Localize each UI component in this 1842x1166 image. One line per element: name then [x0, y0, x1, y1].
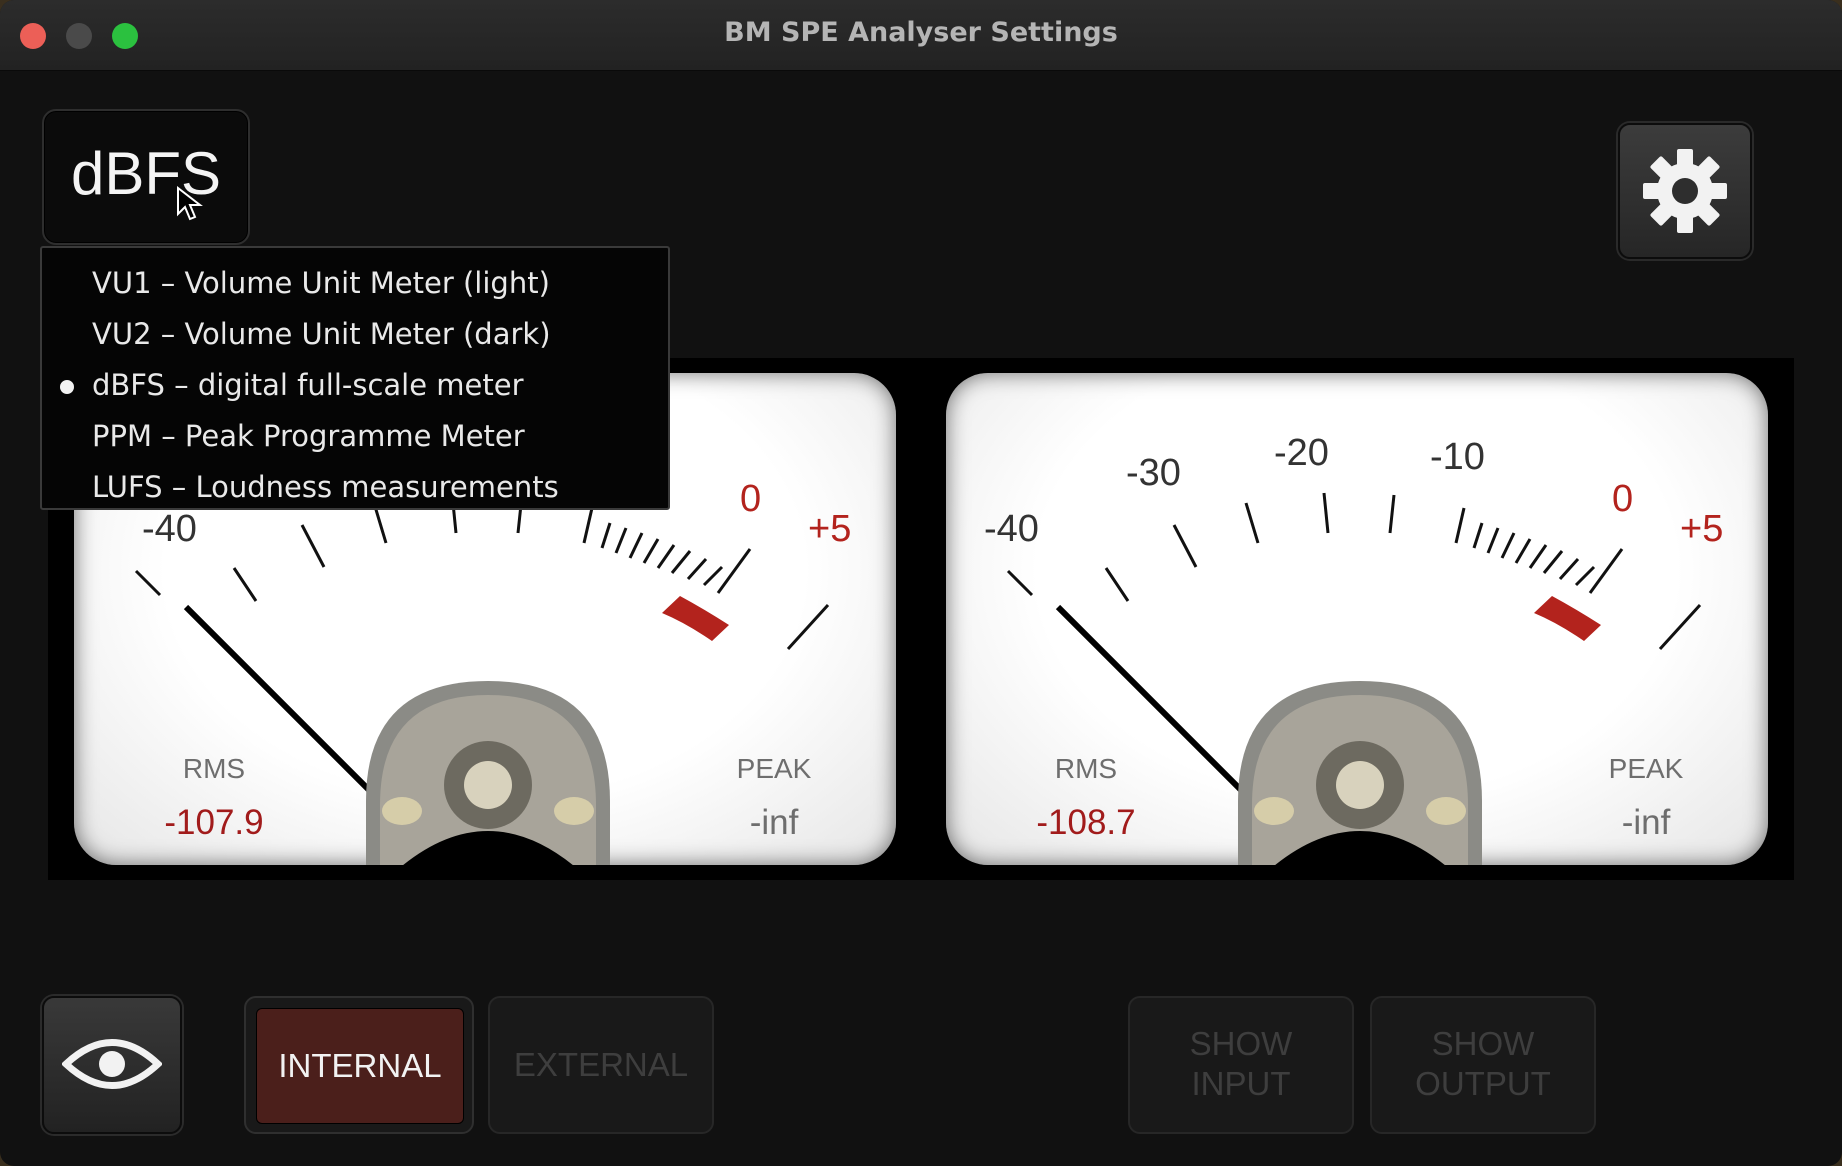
show-output-label-line2: OUTPUT [1415, 1065, 1551, 1102]
title-bar: BM SPE Analyser Settings [0, 0, 1842, 71]
meter-mechanism-image [366, 681, 610, 865]
window-title: BM SPE Analyser Settings [724, 17, 1118, 48]
external-source-button[interactable]: EXTERNAL [488, 996, 714, 1134]
menu-item-label: VU2 – Volume Unit Meter (dark) [92, 317, 551, 351]
internal-source-button[interactable]: INTERNAL [244, 996, 474, 1134]
selected-bullet-icon [60, 380, 74, 394]
scale-label: -30 [1126, 452, 1181, 494]
visibility-button[interactable] [42, 996, 182, 1134]
gear-icon [1643, 149, 1727, 233]
app-window: BM SPE Analyser Settings dBFS -40 0 +5 R… [0, 0, 1842, 1166]
eye-icon [62, 1039, 162, 1089]
menu-item-label: dBFS – digital full-scale meter [92, 368, 524, 402]
menu-item-dbfs[interactable]: dBFS – digital full-scale meter [42, 360, 668, 408]
settings-button[interactable] [1618, 123, 1752, 259]
overload-zone [662, 596, 729, 641]
scale-label: -20 [1274, 432, 1329, 474]
internal-label: INTERNAL [278, 1047, 442, 1084]
peak-label: PEAK [736, 753, 812, 784]
menu-item-vu1[interactable]: VU1 – Volume Unit Meter (light) [42, 258, 668, 306]
menu-item-label: PPM – Peak Programme Meter [92, 419, 525, 453]
show-output-label-line1: SHOW [1431, 1025, 1535, 1062]
rms-label: RMS [182, 753, 246, 784]
menu-item-lufs[interactable]: LUFS – Loudness measurements [42, 462, 668, 510]
external-label: EXTERNAL [513, 1046, 689, 1083]
show-input-button[interactable]: SHOW INPUT [1128, 996, 1354, 1134]
mouse-cursor-icon [177, 186, 203, 221]
scale-label: +5 [808, 508, 851, 550]
scale-label: -10 [1430, 436, 1485, 478]
peak-value: -inf [1621, 803, 1671, 842]
overload-zone [1534, 596, 1601, 641]
menu-item-label: VU1 – Volume Unit Meter (light) [92, 266, 550, 300]
internal-active-indicator: INTERNAL [256, 1008, 464, 1124]
meter-mode-menu: VU1 – Volume Unit Meter (light) VU2 – Vo… [40, 246, 670, 510]
show-input-label-line1: SHOW [1189, 1025, 1293, 1062]
show-output-button[interactable]: SHOW OUTPUT [1370, 996, 1596, 1134]
menu-item-ppm[interactable]: PPM – Peak Programme Meter [42, 411, 668, 459]
peak-label: PEAK [1608, 753, 1684, 784]
menu-item-vu2[interactable]: VU2 – Volume Unit Meter (dark) [42, 309, 668, 357]
meter-mode-button[interactable]: dBFS [42, 109, 250, 245]
rms-value: -108.7 [1036, 803, 1136, 842]
scale-label: -40 [984, 508, 1039, 550]
right-channel-meter: -40 -30 -20 -10 0 +5 RMS -108.7 PEAK -in… [946, 373, 1768, 865]
scale-label: 0 [740, 478, 761, 520]
show-input-label-line2: INPUT [1191, 1065, 1291, 1102]
scale-label: -40 [142, 508, 197, 550]
peak-value: -inf [749, 803, 799, 842]
rms-value: -107.9 [164, 803, 264, 842]
meter-mode-label: dBFS [70, 140, 222, 207]
menu-item-label: LUFS – Loudness measurements [92, 470, 559, 504]
rms-label: RMS [1054, 753, 1118, 784]
meter-mechanism-image [1238, 681, 1482, 865]
scale-label: +5 [1680, 508, 1723, 550]
scale-label: 0 [1612, 478, 1633, 520]
